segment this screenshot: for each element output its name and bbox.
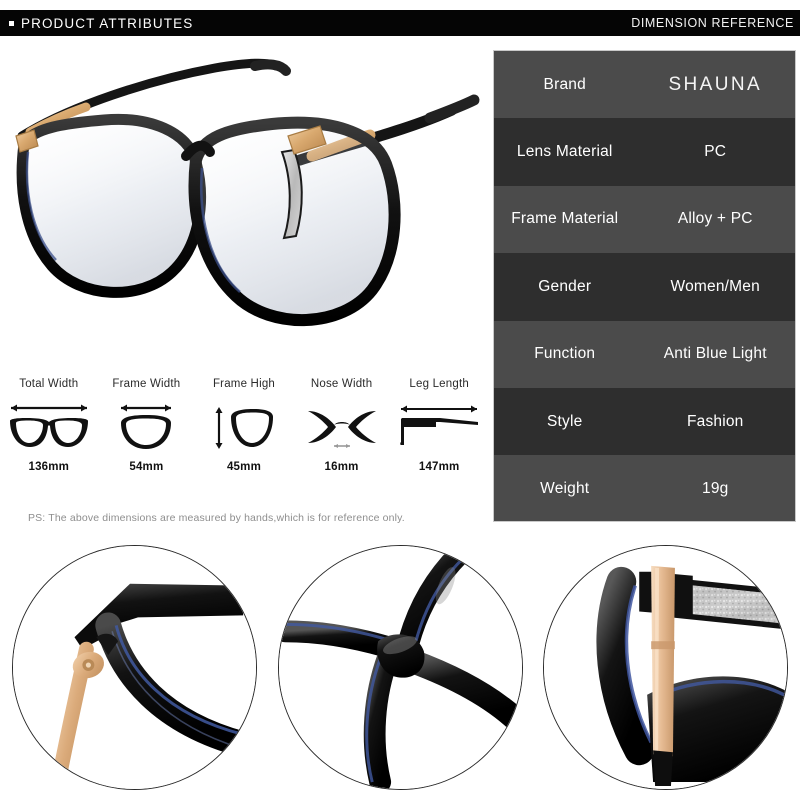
attribute-value: Anti Blue Light [663, 345, 767, 363]
attribute-key: Function [534, 345, 596, 363]
dimension-label: Leg Length [409, 378, 469, 390]
attribute-value: Fashion [686, 412, 744, 430]
dimension-label: Total Width [19, 378, 79, 390]
table-row: Lens Material PC [494, 118, 795, 186]
header-right-label: DIMENSION REFERENCE [631, 16, 794, 30]
hinge-and-temple-detail [12, 545, 257, 790]
table-row: Style Fashion [494, 387, 795, 456]
table-row: Weight 19g [494, 455, 795, 521]
header-left-group: PRODUCT ATTRIBUTES [0, 16, 193, 31]
product-photo [0, 40, 488, 370]
dimension-item-nose-width: Nose Width 16mm [293, 378, 391, 493]
attribute-key: Lens Material [516, 143, 613, 161]
dimension-item-frame-width: Frame Width 54mm [98, 378, 196, 493]
attribute-value: Women/Men [670, 277, 760, 295]
dimension-value: 16mm [324, 461, 359, 473]
dimension-label: Frame Width [112, 378, 181, 390]
single-lens-width-icon [113, 399, 179, 454]
dimension-label: Nose Width [310, 378, 373, 390]
dimension-item-frame-high: Frame High 45mm [195, 378, 293, 493]
detail-shots-row [0, 545, 800, 800]
dimension-item-leg-length: Leg Length 147mm [390, 378, 488, 493]
temple-arm-icon [396, 399, 482, 454]
header-left-label: PRODUCT ATTRIBUTES [21, 15, 194, 31]
footnote-text: PS: The above dimensions are measured by… [28, 512, 405, 524]
full-glasses-front-icon [6, 399, 92, 454]
nose-bridge-detail [277, 545, 523, 790]
attribute-value: PC [704, 143, 727, 161]
dimension-item-total-width: Total Width 136mm [0, 378, 98, 493]
attribute-key: Brand [543, 75, 586, 93]
dimension-value: 54mm [129, 461, 164, 473]
table-row: Frame Material Alloy + PC [494, 185, 795, 254]
attribute-value: Alloy + PC [677, 210, 753, 228]
table-row: Brand SHAUNA [494, 51, 795, 119]
dimension-value: 45mm [226, 461, 261, 473]
attribute-key: Gender [538, 277, 592, 295]
dimension-value: 147mm [418, 461, 460, 473]
table-row: Gender Women/Men [494, 253, 795, 321]
table-row: Function Anti Blue Light [494, 320, 795, 388]
product-attributes-infographic: PRODUCT ATTRIBUTES DIMENSION REFERENCE B… [0, 0, 800, 800]
attributes-table: Brand SHAUNA Lens Material PC Frame Mate… [493, 50, 796, 522]
attribute-value: SHAUNA [668, 73, 763, 95]
square-bullet-icon [9, 20, 14, 26]
gold-temple-glitter-detail [543, 545, 788, 790]
header-bar: PRODUCT ATTRIBUTES DIMENSION REFERENCE [0, 10, 800, 36]
attribute-value: 19g [702, 480, 729, 498]
dimension-value: 136mm [28, 461, 70, 473]
attribute-key: Weight [540, 480, 590, 498]
attribute-key: Frame Material [511, 210, 619, 228]
dimension-label: Frame High [212, 378, 276, 390]
dimension-reference-strip: Total Width 136mm Frame Width 54mm Frame… [0, 378, 488, 493]
nose-bridge-icon [304, 399, 380, 454]
attribute-key: Style [547, 412, 583, 430]
single-lens-height-icon [211, 399, 277, 454]
